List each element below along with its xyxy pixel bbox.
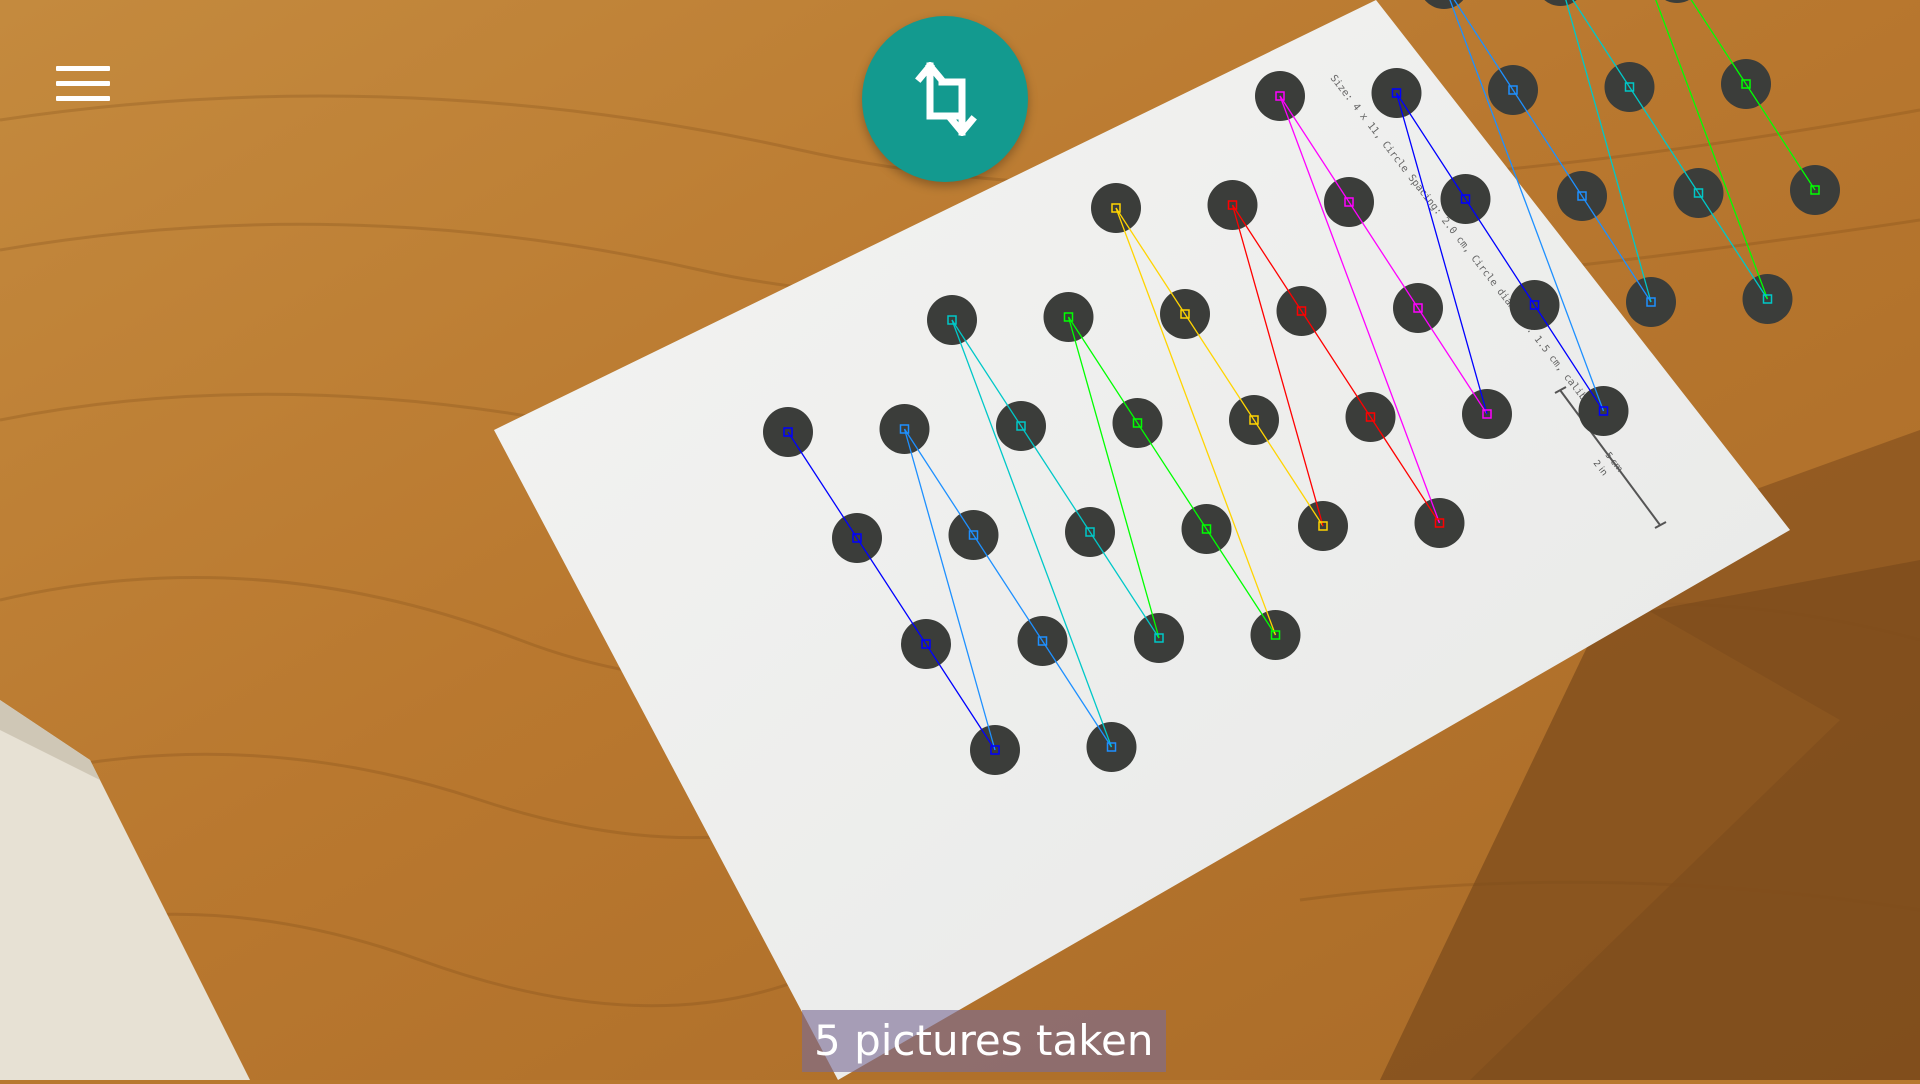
capture-button[interactable] <box>862 16 1028 182</box>
status-toast: 5 pictures taken <box>802 1010 1166 1072</box>
status-text: 5 pictures taken <box>814 1016 1154 1065</box>
crop-rotate-icon <box>915 62 977 136</box>
hamburger-menu-icon[interactable] <box>44 52 124 116</box>
